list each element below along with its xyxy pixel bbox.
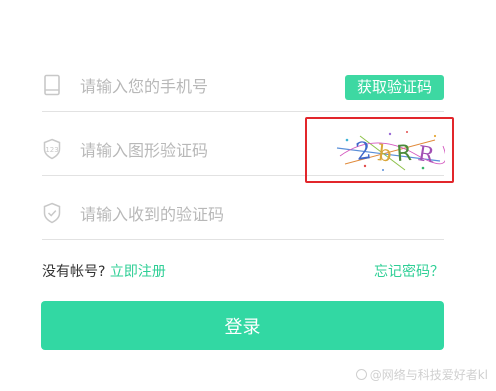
captcha-shield-icon: 123: [42, 138, 62, 160]
phone-icon: [42, 74, 62, 96]
forgot-password-link[interactable]: 忘记密码？: [374, 261, 444, 281]
svg-text:2: 2: [354, 136, 373, 166]
watermark-logo-icon: [355, 369, 367, 380]
watermark-text: @网络与科技爱好者kl: [369, 368, 488, 382]
svg-text:b: b: [376, 141, 393, 167]
captcha-input[interactable]: [78, 135, 332, 165]
get-code-button[interactable]: 获取验证码: [345, 75, 444, 100]
register-link[interactable]: 立即注册: [110, 264, 166, 280]
watermark: @网络与科技爱好者kl: [355, 366, 488, 383]
svg-text:R: R: [396, 141, 413, 167]
sms-code-input[interactable]: [78, 199, 332, 229]
captcha-highlight: 2 b R R: [305, 117, 454, 183]
register-prompt: 没有帐号?: [42, 264, 106, 280]
svg-text:R: R: [416, 141, 437, 167]
phone-input[interactable]: [78, 71, 332, 101]
svg-text:123: 123: [45, 146, 58, 154]
shield-check-icon: [42, 202, 62, 224]
register-row: 没有帐号? 立即注册: [42, 261, 166, 281]
login-button[interactable]: 登录: [41, 301, 444, 350]
sms-code-field: [42, 189, 444, 240]
captcha-image[interactable]: 2 b R R: [335, 126, 445, 176]
